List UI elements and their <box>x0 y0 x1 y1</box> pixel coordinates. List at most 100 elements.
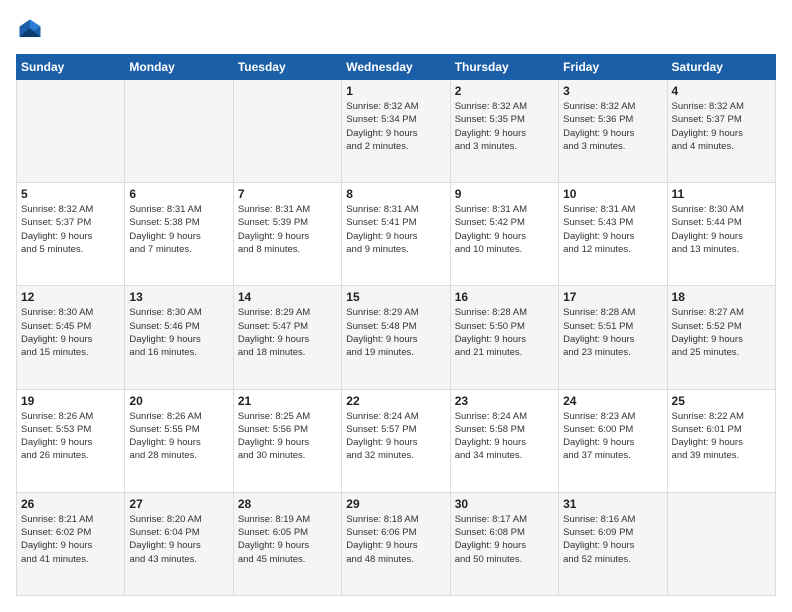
calendar-cell: 29 Sunrise: 8:18 AM Sunset: 6:06 PM Dayli… <box>342 492 450 595</box>
day-info: Sunrise: 8:24 AM Sunset: 5:58 PM Dayligh… <box>455 410 554 463</box>
day-info: Sunrise: 8:30 AM Sunset: 5:46 PM Dayligh… <box>129 306 228 359</box>
calendar-cell <box>125 80 233 183</box>
calendar-cell: 10 Sunrise: 8:31 AM Sunset: 5:43 PM Dayli… <box>559 183 667 286</box>
day-number: 20 <box>129 394 228 408</box>
calendar-week-5: 26Sunrise: 8:21 AM Sunset: 6:02 PM Dayli… <box>17 492 776 595</box>
day-number: 21 <box>238 394 337 408</box>
day-info: Sunrise: 8:21 AM Sunset: 6:02 PM Dayligh… <box>21 513 120 566</box>
day-info: Sunrise: 8:29 AM Sunset: 5:48 PM Dayligh… <box>346 306 445 359</box>
calendar-header-monday: Monday <box>125 55 233 80</box>
day-number: 31 <box>563 497 662 511</box>
calendar-cell <box>667 492 775 595</box>
day-info: Sunrise: 8:29 AM Sunset: 5:47 PM Dayligh… <box>238 306 337 359</box>
calendar-cell: 6 Sunrise: 8:31 AM Sunset: 5:38 PM Daylig… <box>125 183 233 286</box>
day-number: 3 <box>563 84 662 98</box>
day-number: 16 <box>455 290 554 304</box>
calendar-header-thursday: Thursday <box>450 55 558 80</box>
day-info: Sunrise: 8:23 AM Sunset: 6:00 PM Dayligh… <box>563 410 662 463</box>
day-number: 19 <box>21 394 120 408</box>
day-number: 25 <box>672 394 771 408</box>
calendar-cell: 2Sunrise: 8:32 AM Sunset: 5:35 PM Daylig… <box>450 80 558 183</box>
logo-icon <box>16 16 44 44</box>
day-number: 24 <box>563 394 662 408</box>
day-info: Sunrise: 8:31 AM Sunset: 5:43 PM Dayligh… <box>563 203 662 256</box>
day-info: Sunrise: 8:26 AM Sunset: 5:55 PM Dayligh… <box>129 410 228 463</box>
day-number: 10 <box>563 187 662 201</box>
day-number: 8 <box>346 187 445 201</box>
calendar-cell: 3 Sunrise: 8:32 AM Sunset: 5:36 PM Daylig… <box>559 80 667 183</box>
calendar-cell: 17 Sunrise: 8:28 AM Sunset: 5:51 PM Dayli… <box>559 286 667 389</box>
day-info: Sunrise: 8:25 AM Sunset: 5:56 PM Dayligh… <box>238 410 337 463</box>
day-number: 27 <box>129 497 228 511</box>
day-info: Sunrise: 8:19 AM Sunset: 6:05 PM Dayligh… <box>238 513 337 566</box>
day-number: 11 <box>672 187 771 201</box>
day-number: 22 <box>346 394 445 408</box>
day-number: 15 <box>346 290 445 304</box>
calendar-header-saturday: Saturday <box>667 55 775 80</box>
day-info: Sunrise: 8:30 AM Sunset: 5:45 PM Dayligh… <box>21 306 120 359</box>
calendar-cell: 19Sunrise: 8:26 AM Sunset: 5:53 PM Dayli… <box>17 389 125 492</box>
day-number: 1 <box>346 84 445 98</box>
day-info: Sunrise: 8:32 AM Sunset: 5:34 PM Dayligh… <box>346 100 445 153</box>
calendar-cell: 18 Sunrise: 8:27 AM Sunset: 5:52 PM Dayli… <box>667 286 775 389</box>
calendar-cell: 13 Sunrise: 8:30 AM Sunset: 5:46 PM Dayli… <box>125 286 233 389</box>
calendar-cell: 25 Sunrise: 8:22 AM Sunset: 6:01 PM Dayli… <box>667 389 775 492</box>
day-number: 13 <box>129 290 228 304</box>
calendar-week-4: 19Sunrise: 8:26 AM Sunset: 5:53 PM Dayli… <box>17 389 776 492</box>
calendar-cell: 27 Sunrise: 8:20 AM Sunset: 6:04 PM Dayli… <box>125 492 233 595</box>
calendar-cell: 9Sunrise: 8:31 AM Sunset: 5:42 PM Daylig… <box>450 183 558 286</box>
calendar-cell: 8Sunrise: 8:31 AM Sunset: 5:41 PM Daylig… <box>342 183 450 286</box>
day-info: Sunrise: 8:22 AM Sunset: 6:01 PM Dayligh… <box>672 410 771 463</box>
calendar-week-3: 12Sunrise: 8:30 AM Sunset: 5:45 PM Dayli… <box>17 286 776 389</box>
calendar-cell <box>17 80 125 183</box>
calendar-cell: 16 Sunrise: 8:28 AM Sunset: 5:50 PM Dayli… <box>450 286 558 389</box>
calendar-cell: 12Sunrise: 8:30 AM Sunset: 5:45 PM Dayli… <box>17 286 125 389</box>
day-number: 5 <box>21 187 120 201</box>
page: SundayMondayTuesdayWednesdayThursdayFrid… <box>0 0 792 612</box>
day-info: Sunrise: 8:20 AM Sunset: 6:04 PM Dayligh… <box>129 513 228 566</box>
day-number: 23 <box>455 394 554 408</box>
calendar-cell: 7Sunrise: 8:31 AM Sunset: 5:39 PM Daylig… <box>233 183 341 286</box>
day-info: Sunrise: 8:28 AM Sunset: 5:51 PM Dayligh… <box>563 306 662 359</box>
day-info: Sunrise: 8:31 AM Sunset: 5:42 PM Dayligh… <box>455 203 554 256</box>
day-number: 4 <box>672 84 771 98</box>
calendar-cell: 26Sunrise: 8:21 AM Sunset: 6:02 PM Dayli… <box>17 492 125 595</box>
calendar-cell: 22 Sunrise: 8:24 AM Sunset: 5:57 PM Dayli… <box>342 389 450 492</box>
day-info: Sunrise: 8:24 AM Sunset: 5:57 PM Dayligh… <box>346 410 445 463</box>
calendar-cell: 20 Sunrise: 8:26 AM Sunset: 5:55 PM Dayli… <box>125 389 233 492</box>
day-number: 14 <box>238 290 337 304</box>
logo <box>16 16 48 44</box>
day-number: 28 <box>238 497 337 511</box>
calendar-cell: 14 Sunrise: 8:29 AM Sunset: 5:47 PM Dayli… <box>233 286 341 389</box>
calendar-cell: 1 Sunrise: 8:32 AM Sunset: 5:34 PM Daylig… <box>342 80 450 183</box>
calendar-cell: 23 Sunrise: 8:24 AM Sunset: 5:58 PM Dayli… <box>450 389 558 492</box>
day-info: Sunrise: 8:31 AM Sunset: 5:38 PM Dayligh… <box>129 203 228 256</box>
calendar-week-2: 5 Sunrise: 8:32 AM Sunset: 5:37 PM Daylig… <box>17 183 776 286</box>
day-number: 18 <box>672 290 771 304</box>
day-info: Sunrise: 8:30 AM Sunset: 5:44 PM Dayligh… <box>672 203 771 256</box>
day-info: Sunrise: 8:31 AM Sunset: 5:39 PM Dayligh… <box>238 203 337 256</box>
day-info: Sunrise: 8:32 AM Sunset: 5:37 PM Dayligh… <box>21 203 120 256</box>
calendar-cell: 11 Sunrise: 8:30 AM Sunset: 5:44 PM Dayli… <box>667 183 775 286</box>
calendar-cell: 31Sunrise: 8:16 AM Sunset: 6:09 PM Dayli… <box>559 492 667 595</box>
calendar-week-1: 1 Sunrise: 8:32 AM Sunset: 5:34 PM Daylig… <box>17 80 776 183</box>
calendar-cell: 21 Sunrise: 8:25 AM Sunset: 5:56 PM Dayli… <box>233 389 341 492</box>
calendar-header-friday: Friday <box>559 55 667 80</box>
day-number: 17 <box>563 290 662 304</box>
day-number: 29 <box>346 497 445 511</box>
day-info: Sunrise: 8:27 AM Sunset: 5:52 PM Dayligh… <box>672 306 771 359</box>
day-info: Sunrise: 8:32 AM Sunset: 5:36 PM Dayligh… <box>563 100 662 153</box>
day-info: Sunrise: 8:18 AM Sunset: 6:06 PM Dayligh… <box>346 513 445 566</box>
day-info: Sunrise: 8:28 AM Sunset: 5:50 PM Dayligh… <box>455 306 554 359</box>
calendar-cell: 24 Sunrise: 8:23 AM Sunset: 6:00 PM Dayli… <box>559 389 667 492</box>
header <box>16 16 776 44</box>
calendar-header-row: SundayMondayTuesdayWednesdayThursdayFrid… <box>17 55 776 80</box>
day-number: 30 <box>455 497 554 511</box>
day-info: Sunrise: 8:32 AM Sunset: 5:37 PM Dayligh… <box>672 100 771 153</box>
day-number: 6 <box>129 187 228 201</box>
day-info: Sunrise: 8:17 AM Sunset: 6:08 PM Dayligh… <box>455 513 554 566</box>
calendar-cell: 30 Sunrise: 8:17 AM Sunset: 6:08 PM Dayli… <box>450 492 558 595</box>
calendar-cell: 28 Sunrise: 8:19 AM Sunset: 6:05 PM Dayli… <box>233 492 341 595</box>
day-number: 2 <box>455 84 554 98</box>
calendar-cell: 5 Sunrise: 8:32 AM Sunset: 5:37 PM Daylig… <box>17 183 125 286</box>
